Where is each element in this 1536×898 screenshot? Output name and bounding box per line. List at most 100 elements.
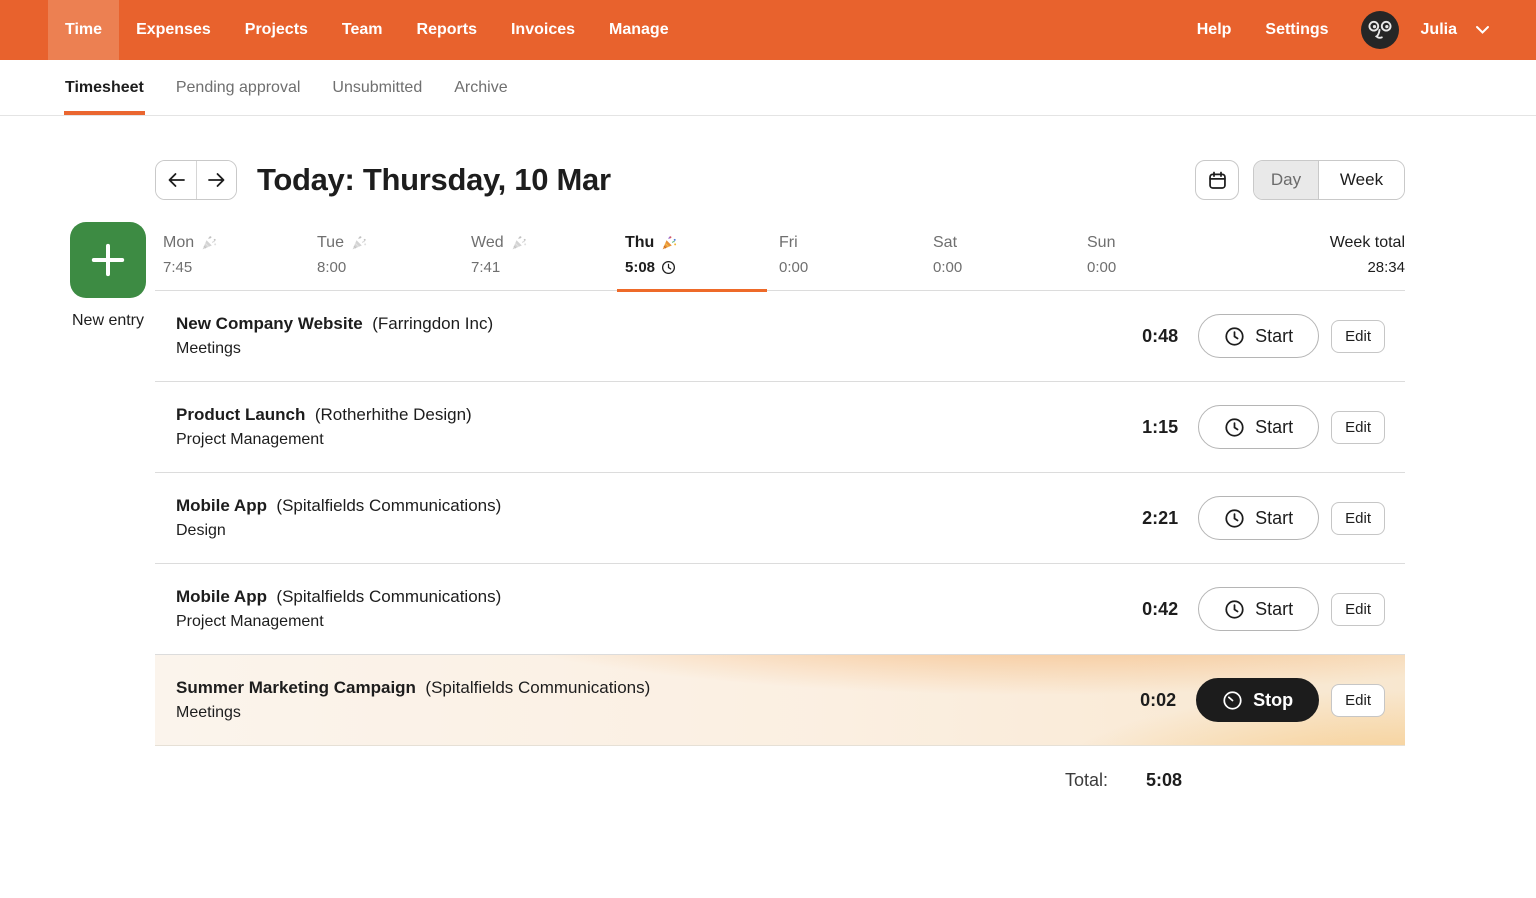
edit-entry-button[interactable]: Edit xyxy=(1331,502,1385,535)
week-strip: Mon 7:45 Tue 8:00 Wed 7:41 Thu 5:08 Fri … xyxy=(155,234,1405,291)
date-header: Today: Thursday, 10 Mar Day Week xyxy=(155,158,1405,202)
timesheet-subnav: Timesheet Pending approval Unsubmitted Arch… xyxy=(0,60,1536,116)
clock-icon xyxy=(1224,508,1245,529)
entry-info: Product Launch (Rotherhithe Design) Proj… xyxy=(176,406,472,448)
entry-project: Summer Marketing Campaign xyxy=(176,678,416,697)
start-timer-button[interactable]: Start xyxy=(1198,314,1319,358)
party-popper-icon xyxy=(200,234,218,252)
entry-client: (Rotherhithe Design) xyxy=(315,405,472,424)
entry-time: 0:42 xyxy=(1134,599,1178,620)
start-timer-button[interactable]: Start xyxy=(1198,587,1319,631)
entry-project: New Company Website xyxy=(176,314,363,333)
time-entry-row: Mobile App (Spitalfields Communications)… xyxy=(155,564,1405,655)
edit-entry-button[interactable]: Edit xyxy=(1331,411,1385,444)
top-nav-right: Help Settings Julia xyxy=(1185,0,1490,60)
day-column-mon[interactable]: Mon 7:45 xyxy=(163,234,317,276)
week-total-label: Week total xyxy=(1330,234,1405,252)
day-column-thu[interactable]: Thu 5:08 xyxy=(625,234,779,276)
day-name: Mon xyxy=(163,234,317,252)
today-label: Today: xyxy=(257,162,355,197)
user-menu[interactable]: Julia xyxy=(1421,21,1457,39)
toggle-day[interactable]: Day xyxy=(1254,161,1318,199)
settings-link[interactable]: Settings xyxy=(1253,21,1340,39)
nav-item-time[interactable]: Time xyxy=(48,0,119,60)
entry-info: Mobile App (Spitalfields Communications)… xyxy=(176,497,501,539)
tab-archive[interactable]: Archive xyxy=(453,60,508,115)
entry-client: (Spitalfields Communications) xyxy=(276,587,501,606)
edit-entry-button[interactable]: Edit xyxy=(1331,684,1385,717)
edit-entry-button[interactable]: Edit xyxy=(1331,320,1385,353)
help-link[interactable]: Help xyxy=(1185,21,1244,39)
stop-timer-button[interactable]: Stop xyxy=(1196,678,1319,722)
nav-item-projects[interactable]: Projects xyxy=(228,0,325,60)
entry-time: 0:48 xyxy=(1134,326,1178,347)
day-column-sun[interactable]: Sun 0:00 xyxy=(1087,234,1241,276)
new-entry-label: New entry xyxy=(60,312,156,330)
entry-controls: 1:15 Start Edit xyxy=(1134,405,1385,449)
new-entry: New entry xyxy=(60,222,156,330)
time-entry-row: New Company Website (Farringdon Inc) Mee… xyxy=(155,291,1405,382)
calendar-button[interactable] xyxy=(1195,160,1239,200)
date-label: Thursday, 10 Mar xyxy=(363,162,611,197)
chevron-down-icon[interactable] xyxy=(1475,25,1490,35)
day-time: 0:00 xyxy=(933,259,1087,276)
arrow-left-icon xyxy=(167,172,186,188)
day-column-tue[interactable]: Tue 8:00 xyxy=(317,234,471,276)
nav-item-invoices[interactable]: Invoices xyxy=(494,0,592,60)
tab-unsubmitted[interactable]: Unsubmitted xyxy=(331,60,423,115)
day-time: 8:00 xyxy=(317,259,471,276)
tab-pending-approval[interactable]: Pending approval xyxy=(175,60,302,115)
start-timer-button[interactable]: Start xyxy=(1198,405,1319,449)
day-total-label: Total: xyxy=(1065,770,1108,791)
entry-project: Mobile App xyxy=(176,587,267,606)
entry-time: 2:21 xyxy=(1134,508,1178,529)
entry-project: Mobile App xyxy=(176,496,267,515)
next-day-button[interactable] xyxy=(196,161,236,199)
start-timer-button[interactable]: Start xyxy=(1198,496,1319,540)
edit-entry-button[interactable]: Edit xyxy=(1331,593,1385,626)
time-entry-row: Summer Marketing Campaign (Spitalfields … xyxy=(155,655,1405,746)
day-column-fri[interactable]: Fri 0:00 xyxy=(779,234,933,276)
toggle-week[interactable]: Week xyxy=(1318,161,1404,199)
day-column-sat[interactable]: Sat 0:00 xyxy=(933,234,1087,276)
entry-info: Mobile App (Spitalfields Communications)… xyxy=(176,588,501,630)
tab-timesheet[interactable]: Timesheet xyxy=(64,60,145,115)
nav-item-reports[interactable]: Reports xyxy=(400,0,494,60)
party-popper-icon xyxy=(350,234,368,252)
day-name: Thu xyxy=(625,234,779,252)
time-entries-list: New Company Website (Farringdon Inc) Mee… xyxy=(155,291,1405,746)
arrow-right-icon xyxy=(207,172,226,188)
previous-day-button[interactable] xyxy=(156,161,196,199)
avatar[interactable] xyxy=(1361,11,1399,49)
day-time: 5:08 xyxy=(625,259,779,276)
day-column-wed[interactable]: Wed 7:41 xyxy=(471,234,625,276)
entry-controls: 0:02 Stop Edit xyxy=(1132,678,1385,722)
day-time: 7:41 xyxy=(471,259,625,276)
nav-item-team[interactable]: Team xyxy=(325,0,400,60)
new-entry-button[interactable] xyxy=(70,222,146,298)
day-time: 7:45 xyxy=(163,259,317,276)
nav-item-manage[interactable]: Manage xyxy=(592,0,686,60)
day-name: Wed xyxy=(471,234,625,252)
entry-client: (Farringdon Inc) xyxy=(372,314,493,333)
date-pager xyxy=(155,160,237,200)
entry-task: Meetings xyxy=(176,705,650,721)
week-total-value: 28:34 xyxy=(1330,259,1405,276)
day-time: 0:00 xyxy=(779,259,933,276)
clock-icon xyxy=(1224,326,1245,347)
day-week-toggle: Day Week xyxy=(1253,160,1405,200)
main-content: New entry Today: Thursday, 10 Mar xyxy=(0,158,1536,791)
time-entry-row: Product Launch (Rotherhithe Design) Proj… xyxy=(155,382,1405,473)
nav-item-expenses[interactable]: Expenses xyxy=(119,0,228,60)
entry-client: (Spitalfields Communications) xyxy=(425,678,650,697)
entry-project: Product Launch xyxy=(176,405,305,424)
plus-icon xyxy=(88,240,128,280)
day-name: Sun xyxy=(1087,234,1241,252)
timer-icon xyxy=(1222,690,1243,711)
time-entry-row: Mobile App (Spitalfields Communications)… xyxy=(155,473,1405,564)
entry-controls: 0:42 Start Edit xyxy=(1134,587,1385,631)
week-total: Week total 28:34 xyxy=(1330,234,1405,276)
top-navigation: TimeExpensesProjectsTeamReportsInvoicesM… xyxy=(0,0,1536,60)
entry-client: (Spitalfields Communications) xyxy=(276,496,501,515)
day-total-value: 5:08 xyxy=(1146,770,1182,791)
